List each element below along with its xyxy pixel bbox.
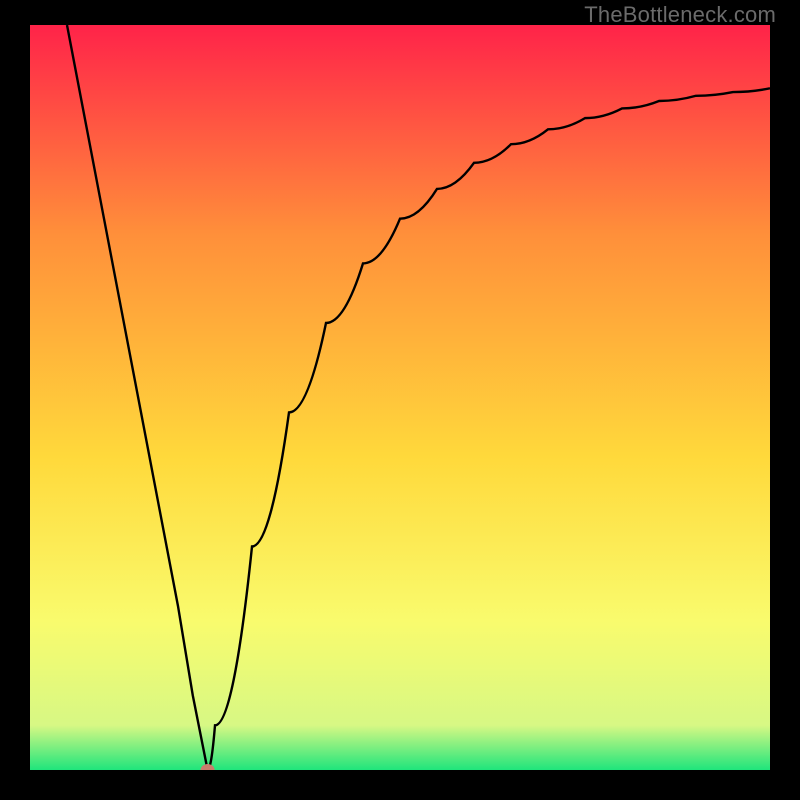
gradient-background xyxy=(30,25,770,770)
plot-area xyxy=(30,25,770,770)
chart-frame: TheBottleneck.com xyxy=(0,0,800,800)
chart-svg xyxy=(30,25,770,770)
